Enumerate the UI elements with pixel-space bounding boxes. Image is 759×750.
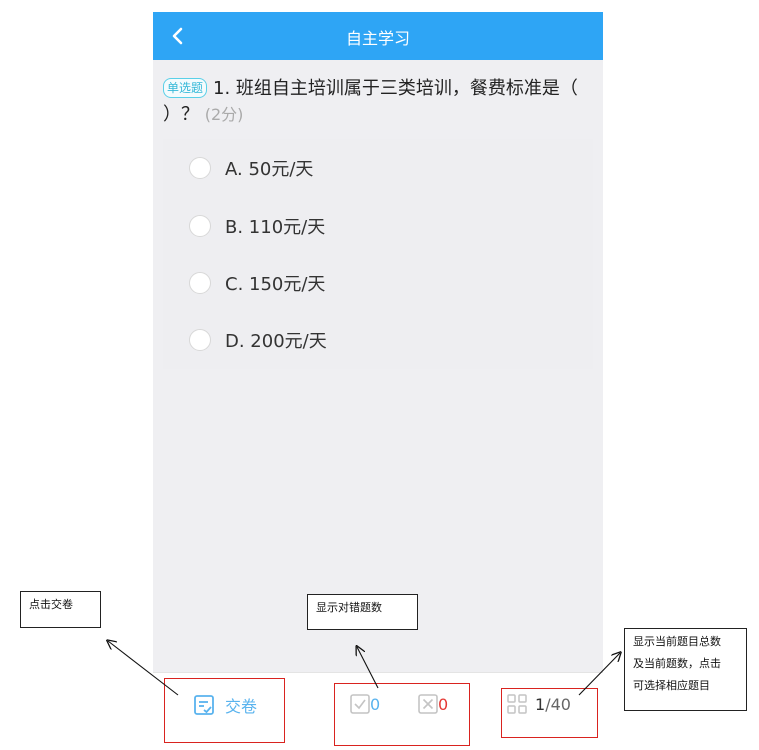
score-arrow: [357, 647, 379, 689]
annotation-arrows: [0, 0, 759, 696]
count-arrow: [578, 653, 620, 696]
submit-arrow: [108, 641, 179, 696]
